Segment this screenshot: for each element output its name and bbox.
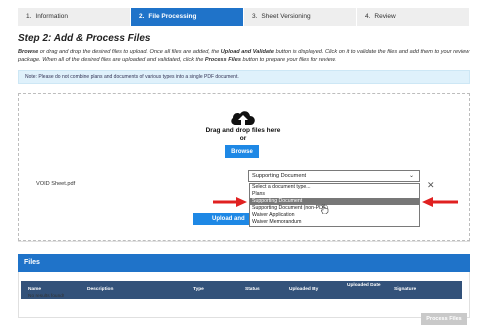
dropdown-option[interactable]: Waiver Memorandum [250,219,419,226]
close-icon[interactable]: ✕ [427,180,435,191]
instr-part: or drag and drop the desired files to up… [38,49,221,55]
note-banner: Note: Please do not combine plans and do… [18,70,470,84]
instr-process-files: Process Files [204,57,241,63]
step-label: File Processing [148,13,197,20]
column-uploaded-date[interactable]: Uploaded Date [347,282,381,300]
step-file-processing[interactable]: 2. File Processing [131,8,244,26]
column-type[interactable]: Type [193,281,204,299]
step-label: Information [35,13,68,20]
step-information[interactable]: 1. Information [18,8,131,26]
chevron-down-icon: ⌄ [409,173,415,179]
step-label: Sheet Versioning [261,13,311,20]
instructions-text: Browse or drag and drop the desired file… [18,48,470,64]
instr-upload-validate: Upload and Validate [220,49,275,55]
files-table-header: Name Description Type Status Uploaded By… [21,281,462,299]
upload-validate-button[interactable]: Upload and [193,213,249,225]
column-signature[interactable]: Signature [394,281,416,299]
process-files-button[interactable]: Process Files [421,313,467,325]
file-name: VOID Sheet.pdf [36,181,76,187]
column-status[interactable]: Status [245,281,260,299]
drag-drop-text: Drag and drop files here or [190,127,296,143]
dropdown-option-selected[interactable]: Supporting Document [250,198,419,205]
dropdown-option[interactable]: Supporting Document (non-PDF) [250,205,419,212]
step-number: 2. [139,13,145,20]
red-arrow-left-annotation [213,197,247,207]
hand-cursor-icon [321,204,329,214]
divider [18,241,470,242]
progress-stepper: 1. Information 2. File Processing 3. Sheet … [18,8,470,26]
step-label: Review [374,13,396,20]
step-number: 1. [26,13,32,20]
drag-drop-or: or [239,135,247,142]
page-title: Step 2: Add & Process Files [18,33,151,44]
dropdown-option[interactable]: Plans [250,191,419,198]
empty-table-message: No results found! [28,294,65,299]
column-uploaded-by[interactable]: Uploaded By [289,281,318,299]
red-arrow-right-annotation [422,197,458,207]
dropdown-option[interactable]: Waiver Application [250,212,419,219]
step-number: 4. [365,13,371,20]
step-number: 3. [252,13,258,20]
step-sheet-versioning[interactable]: 3. Sheet Versioning [244,8,357,26]
instr-part: button to prepare your files for review. [240,57,337,63]
document-type-select[interactable]: Supporting Document [248,170,420,182]
document-type-dropdown: Select a document type... Plans Supporti… [249,183,420,227]
browse-button[interactable]: Browse [225,145,259,158]
dropdown-option[interactable]: Select a document type... [250,184,419,191]
drag-drop-line: Drag and drop files here [205,127,281,134]
instr-browse: Browse [18,49,39,55]
column-description[interactable]: Description [87,281,113,299]
step-review[interactable]: 4. Review [357,8,470,26]
files-section-title: Files [18,254,470,272]
